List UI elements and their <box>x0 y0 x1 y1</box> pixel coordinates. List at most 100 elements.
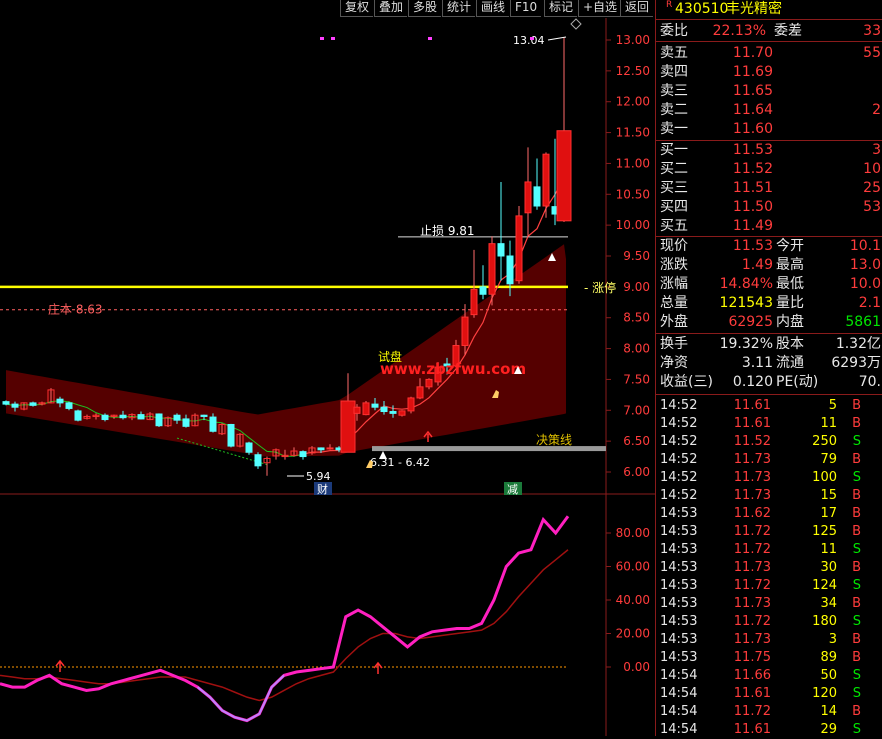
high-pointer <box>547 36 567 41</box>
stat-label: 现价 <box>660 238 688 254</box>
tick-time: 14:53 <box>660 506 698 521</box>
high-label: 13.04 <box>513 34 545 47</box>
candle-body <box>425 378 433 388</box>
stop-loss-label: 止损 9.81 <box>420 224 475 238</box>
tick-price: 11.61 <box>733 398 771 413</box>
kline-chart-area[interactable]: 6.00 6.50 7.00 7.50 8.00 8.50 9.00 9.50 10.00 10.… <box>0 0 655 736</box>
toolbar-button-1[interactable]: 叠加 <box>374 0 408 17</box>
stat2-label: PE(动) <box>776 374 819 390</box>
tick-volume: 14 <box>820 704 837 719</box>
osc-tick-label: 80.00 <box>616 526 650 540</box>
tick-direction: B <box>852 632 861 647</box>
candle-body <box>209 416 217 432</box>
tick-direction: S <box>852 470 861 485</box>
tick-volume: 3 <box>828 632 837 647</box>
tick-price: 11.73 <box>733 452 771 467</box>
candle-body <box>119 414 127 419</box>
tick-price: 11.72 <box>733 524 771 539</box>
tick-row: 14:53 11.75 89 B <box>656 649 882 667</box>
toolbar-button-5[interactable]: F10 <box>510 0 542 17</box>
toolbar-button-4[interactable]: 画线 <box>476 0 510 17</box>
stat-row: 总量 121543 量比 2.1 <box>656 294 882 313</box>
toolbar-button-2[interactable]: 多股 <box>408 0 442 17</box>
tick-price: 11.75 <box>733 650 771 665</box>
tick-price: 11.61 <box>733 416 771 431</box>
candle-body <box>461 316 469 346</box>
bid-label: 买三 <box>660 180 688 196</box>
price-tick-label: 11.50 <box>616 126 650 140</box>
osc-up-arrow-icon <box>373 661 383 674</box>
toolbar-button-7[interactable]: +自选 <box>578 0 622 17</box>
stat-label: 涨跌 <box>660 257 688 273</box>
stat-label: 最低 <box>776 276 804 292</box>
divider <box>656 19 882 20</box>
range-label: 6.31 - 6.42 <box>370 456 430 469</box>
candle-body <box>556 130 572 222</box>
candle-body <box>11 403 19 408</box>
stat-value: 10.0 <box>849 276 881 292</box>
tick-row: 14:54 11.72 14 B <box>656 703 882 721</box>
kline-chart-canvas[interactable]: 6.00 6.50 7.00 7.50 8.00 8.50 9.00 9.50 10.00 10.… <box>0 0 655 736</box>
tick-price: 11.73 <box>733 470 771 485</box>
tick-volume: 17 <box>820 506 837 521</box>
tick-time: 14:53 <box>660 542 698 557</box>
toolbar-button-0[interactable]: 复权 <box>340 0 374 17</box>
tick-time: 14:54 <box>660 722 698 737</box>
candle-body <box>29 402 37 406</box>
bid-label: 买一 <box>660 142 688 158</box>
candle-body <box>497 243 505 257</box>
candle-body <box>506 255 514 285</box>
price-tick-label: 13.00 <box>616 33 650 47</box>
tick-time: 14:53 <box>660 560 698 575</box>
tick-volume: 15 <box>820 488 837 503</box>
toolbar-button-3[interactable]: 统计 <box>442 0 476 17</box>
candle-body <box>371 403 379 408</box>
candle-body <box>182 418 190 427</box>
stat-label: 量比 <box>776 295 804 311</box>
bid-row: 买五 11.49 <box>656 217 882 236</box>
tick-row: 14:53 11.72 180 S <box>656 613 882 631</box>
ask-price: 11.60 <box>732 121 773 137</box>
ask-volume: 2 <box>872 102 881 118</box>
stat-value: 13.0 <box>849 257 881 273</box>
candle-body <box>326 447 334 450</box>
price-tick-label: 9.50 <box>623 249 650 263</box>
tick-price: 11.72 <box>733 704 771 719</box>
candle-body <box>515 215 523 282</box>
stat-label: 总量 <box>660 295 688 311</box>
price-tick-label: 7.50 <box>623 372 650 386</box>
decision-label: 决策线 <box>536 433 572 447</box>
stat2-label: 换手 <box>660 336 688 352</box>
tick-volume: 29 <box>820 722 837 737</box>
tick-volume: 30 <box>820 560 837 575</box>
limit-up-label: - 涨停 <box>584 280 616 295</box>
tick-volume: 34 <box>820 596 837 611</box>
bid-volume: 10 <box>863 161 881 177</box>
stock-header: R 430510 丰光精密 <box>656 0 882 19</box>
bid-volume: 25 <box>863 180 881 196</box>
tick-volume: 120 <box>812 686 837 701</box>
tick-volume: 50 <box>820 668 837 683</box>
toolbar-button-8[interactable]: 返回 <box>620 0 654 17</box>
tick-time: 14:52 <box>660 434 698 449</box>
candle-body <box>398 410 406 416</box>
weicha-label: 委差 <box>774 23 802 39</box>
ask-price: 11.69 <box>732 64 773 80</box>
tick-price: 11.72 <box>733 614 771 629</box>
tick-direction: B <box>852 506 861 521</box>
tick-direction: S <box>852 668 861 683</box>
tick-row: 14:52 11.73 79 B <box>656 451 882 469</box>
candle-body <box>353 406 361 414</box>
price-channel-band <box>6 244 566 457</box>
candle-body <box>173 414 181 421</box>
tick-direction: B <box>852 416 861 431</box>
stat2-value: 19.32% <box>719 336 773 352</box>
stat-value: 14.84% <box>719 276 773 292</box>
stat-row: 外盘 62925 内盘 5861 <box>656 313 882 332</box>
tick-time: 14:53 <box>660 614 698 629</box>
ask-row: 卖五 11.70 55 <box>656 44 882 63</box>
red-badge-label: 减 <box>507 483 518 496</box>
stat2-row: 收益(三) 0.120 PE(动) 70. <box>656 373 882 392</box>
toolbar-button-6[interactable]: 标记 <box>544 0 578 17</box>
tick-direction: S <box>852 686 861 701</box>
